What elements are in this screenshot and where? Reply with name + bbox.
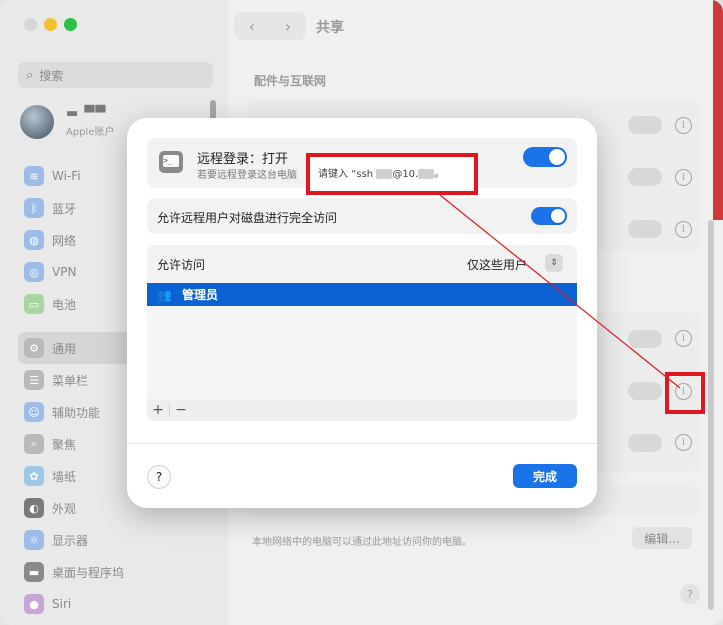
accessibility-icon: ☺: [24, 402, 44, 422]
setting-toggle[interactable]: [628, 168, 662, 186]
redacted-text: [418, 169, 435, 179]
user-label: 管理员: [181, 288, 218, 302]
sidebar-item-label: 外观: [52, 501, 77, 516]
nav-buttons: ‹ ›: [234, 12, 306, 40]
remote-login-toggle[interactable]: [523, 147, 567, 167]
help-button[interactable]: ?: [147, 465, 171, 489]
ssh-hint-mid: @10.: [392, 169, 419, 180]
info-icon[interactable]: i: [675, 330, 692, 347]
user-list: 👥 管理员: [147, 283, 577, 399]
remove-user-button[interactable]: −: [170, 402, 192, 418]
spotlight-icon: ⌕: [24, 434, 44, 454]
setting-toggle[interactable]: [628, 330, 662, 348]
divider: [127, 443, 597, 444]
appearance-icon: ◐: [24, 498, 44, 518]
sidebar-item-label: 桌面与程序坞: [52, 565, 125, 580]
sidebar-item-label: 显示器: [52, 533, 89, 548]
main-scrollbar[interactable]: [708, 220, 714, 610]
remote-login-toggle-bg[interactable]: [628, 382, 662, 400]
sidebar-item-label: 菜单栏: [52, 373, 89, 388]
full-disk-toggle[interactable]: [531, 207, 567, 225]
search-icon: ⌕: [26, 67, 34, 83]
info-icon[interactable]: i: [675, 169, 692, 186]
allow-access-panel: 允许访问 仅这些用户 ⇕ 👥 管理员 + −: [147, 245, 577, 421]
wallpaper-icon: ✿: [24, 466, 44, 486]
dock-icon: ▬: [24, 562, 44, 582]
display-icon: ☼: [24, 530, 44, 550]
list-item[interactable]: 👥 管理员: [147, 283, 577, 306]
bluetooth-icon: ᛒ: [24, 198, 44, 218]
close-window-button[interactable]: [24, 18, 37, 31]
forward-button[interactable]: ›: [270, 12, 306, 40]
info-icon[interactable]: i: [675, 221, 692, 238]
terminal-prompt-icon: >_: [163, 156, 173, 165]
sidebar-item-label: 电池: [52, 297, 77, 312]
sidebar-item[interactable]: ☼ 显示器: [18, 524, 216, 556]
sidebar-item-label: 网络: [52, 233, 77, 248]
full-disk-label: 允许远程用户对磁盘进行完全访问: [157, 211, 338, 225]
search-placeholder: 搜索: [39, 68, 64, 83]
maximize-window-button[interactable]: [64, 18, 77, 31]
remote-login-info-icon[interactable]: i: [675, 383, 692, 400]
full-disk-row: 允许远程用户对磁盘进行完全访问: [147, 198, 577, 234]
vpn-icon: ◎: [24, 262, 44, 282]
sidebar-item-label: 墙纸: [52, 469, 77, 484]
chevron-updown-icon[interactable]: ⇕: [545, 254, 563, 272]
edit-button[interactable]: 编辑...: [632, 527, 692, 549]
sidebar-item-label: VPN: [52, 265, 77, 279]
sidebar-item-label: 辅助功能: [52, 405, 101, 420]
sidebar-item-label: 通用: [52, 341, 77, 356]
setting-toggle[interactable]: [628, 220, 662, 238]
ssh-hint: 请键入 “ssh @10. 。: [318, 165, 444, 180]
remote-login-title: 远程登录：打开: [197, 152, 289, 167]
ssh-hint-prefix: 请键入 “ssh: [318, 169, 374, 180]
info-icon[interactable]: i: [675, 117, 692, 134]
system-settings-window: ⌕ 搜索 ▬ ▀▀ Apple账户 ≋ Wi-Fi ᛒ 蓝牙 ◍ 网络 ◎ VPN ▭ 电池 ⚙ 通用…: [0, 0, 723, 625]
menubar-icon: ☰: [24, 370, 44, 390]
allow-access-label: 允许访问: [157, 258, 206, 272]
sidebar-item-label: Wi-Fi: [52, 169, 81, 183]
sidebar-item-label: 聚焦: [52, 437, 77, 452]
add-user-button[interactable]: +: [147, 402, 169, 418]
allow-access-select[interactable]: 仅这些用户: [467, 256, 527, 273]
users-group-icon: 👥: [157, 287, 172, 302]
globe-icon: ◍: [24, 230, 44, 250]
siri-icon: ●: [24, 594, 44, 614]
battery-icon: ▭: [24, 294, 44, 314]
sidebar-item-label: Siri: [52, 597, 72, 611]
section-heading: 配件与互联网: [254, 74, 327, 88]
account-name: ▬ ▀▀: [66, 106, 107, 121]
search-input[interactable]: ⌕ 搜索: [18, 62, 213, 88]
gear-icon: ⚙: [24, 338, 44, 358]
help-button[interactable]: ?: [680, 584, 700, 604]
setting-toggle[interactable]: [628, 434, 662, 452]
minimize-window-button[interactable]: [44, 18, 57, 31]
account-subtitle: Apple账户: [66, 127, 115, 138]
footer-description: 本地网络中的电脑可以通过此地址访问你的电脑。: [252, 537, 472, 548]
list-footer: + −: [147, 399, 577, 421]
sidebar-item[interactable]: ● Siri: [18, 588, 216, 620]
sidebar-item-label: 蓝牙: [52, 201, 77, 216]
sidebar-item[interactable]: ▬ 桌面与程序坞: [18, 556, 216, 588]
info-icon[interactable]: i: [675, 434, 692, 451]
remote-login-subtitle: 若要远程登录这台电脑: [197, 170, 297, 181]
wifi-icon: ≋: [24, 166, 44, 186]
avatar: [20, 105, 54, 139]
page-title: 共享: [316, 20, 344, 36]
ssh-hint-suffix: 。: [434, 169, 445, 180]
redacted-text: [376, 169, 393, 179]
back-button[interactable]: ‹: [234, 12, 270, 40]
setting-toggle[interactable]: [628, 116, 662, 134]
done-button[interactable]: 完成: [513, 464, 577, 488]
